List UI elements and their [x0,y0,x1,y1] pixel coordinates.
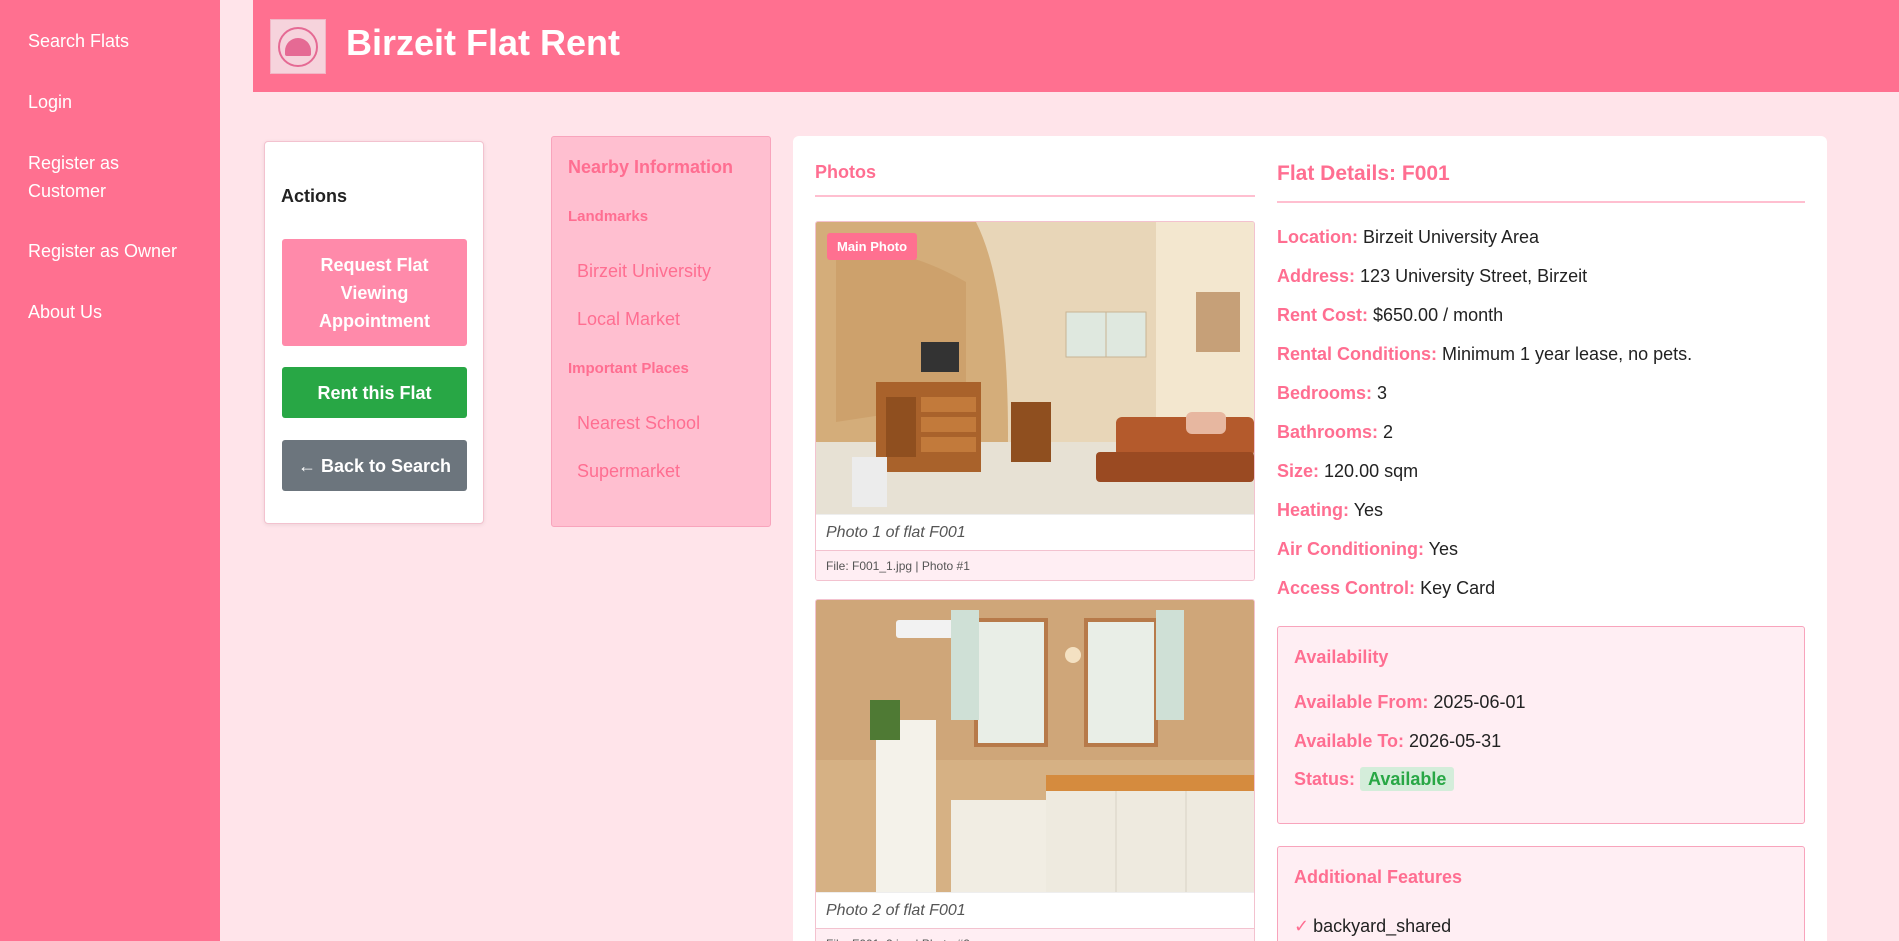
photo-file-info: File: F001_1.jpg | Photo #1 [816,550,1254,580]
detail-row-bathrooms: Bathrooms: 2 [1277,422,1394,442]
additional-features-box: Additional Features ✓ backyard_shared [1277,846,1805,941]
detail-row-air-conditioning: Air Conditioning: Yes [1277,539,1459,559]
availability-box: Availability Available From: 2025-06-01 … [1277,626,1805,824]
detail-row-access-control: Access Control: Key Card [1277,578,1496,598]
photo-caption: Photo 1 of flat F001 [816,514,1254,550]
detail-row-size: Size: 120.00 sqm [1277,461,1419,481]
photo-caption: Photo 2 of flat F001 [816,892,1254,928]
sidebar-item-register-customer[interactable]: Register as Customer [28,149,198,205]
divider [815,195,1255,197]
availability-status: Status: Available [1294,767,1455,791]
important-place-link[interactable]: Nearest School [577,413,700,434]
detail-row-bedrooms: Bedrooms: 3 [1277,383,1388,403]
nearby-title: Nearby Information [568,157,734,177]
main-photo-badge: Main Photo [827,233,918,260]
page-title: Birzeit Flat Rent [346,22,621,63]
photo-card: Photo 2 of flat F001 File: F001_2.jpg | … [815,599,1255,941]
sidebar-item-register-owner[interactable]: Register as Owner [28,237,198,265]
flat-photo-image[interactable] [816,600,1254,892]
sidebar-item-login[interactable]: Login [28,88,198,116]
detail-row-address: Address: 123 University Street, Birzeit [1277,266,1588,286]
flat-photo-image[interactable]: Main Photo [816,222,1254,514]
landmarks-heading: Landmarks [568,208,649,225]
actions-panel: Actions Request Flat Viewing Appointment… [264,141,484,524]
divider [1277,201,1805,203]
flat-detail-card: Photos Main Photo Photo 1 of flat F001 F… [793,136,1827,941]
important-place-link[interactable]: Supermarket [577,461,680,482]
detail-row-location: Location: Birzeit University Area [1277,227,1540,247]
flat-details-title: Flat Details: F001 [1277,162,1450,185]
photo-card: Main Photo Photo 1 of flat F001 File: F0… [815,221,1255,581]
nearby-panel: Nearby Information Landmarks Birzeit Uni… [551,136,771,527]
landmark-link[interactable]: Birzeit University [577,261,711,282]
availability-title: Availability [1294,647,1389,667]
detail-row-rent-cost: Rent Cost: $650.00 / month [1277,305,1504,325]
sidebar-item-about-us[interactable]: About Us [28,298,198,326]
detail-row-heating: Heating: Yes [1277,500,1384,520]
sidebar: Search Flats Login Register as Customer … [0,0,220,941]
seal-logo-icon[interactable] [270,19,326,74]
landmark-link[interactable]: Local Market [577,309,680,330]
additional-features-title: Additional Features [1294,867,1463,887]
status-badge: Available [1360,767,1455,791]
header: Birzeit Flat Rent [253,0,1899,92]
rent-flat-button[interactable]: Rent this Flat [282,367,467,418]
actions-title: Actions [281,186,348,206]
photos-title: Photos [815,162,876,182]
check-icon: ✓ [1294,916,1310,936]
photo-file-info: File: F001_2.jpg | Photo #2 [816,928,1254,941]
detail-row-rental-conditions: Rental Conditions: Minimum 1 year lease,… [1277,344,1693,364]
feature-item: ✓ backyard_shared [1294,916,1452,936]
available-from: Available From: 2025-06-01 [1294,692,1526,712]
back-to-search-button[interactable]: ← Back to Search [282,440,467,491]
important-places-heading: Important Places [568,360,689,377]
available-to: Available To: 2026-05-31 [1294,731,1502,751]
sidebar-item-search-flats[interactable]: Search Flats [28,27,198,55]
request-viewing-button[interactable]: Request Flat Viewing Appointment [282,239,467,346]
